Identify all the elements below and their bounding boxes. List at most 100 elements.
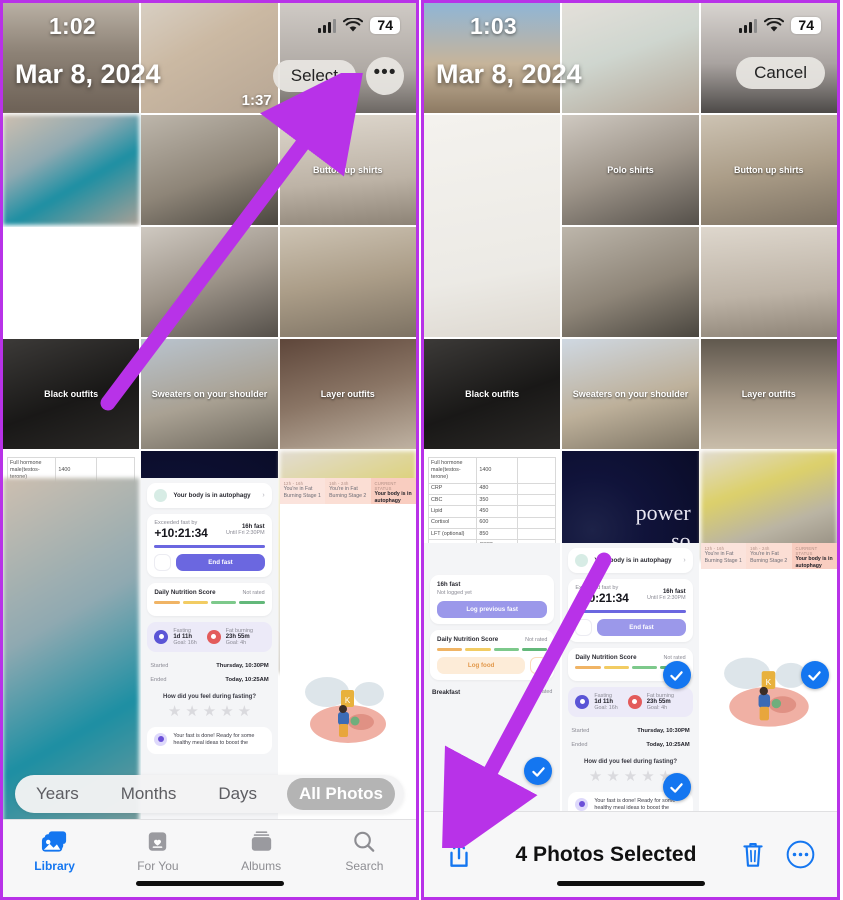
fat-burning-icon [206,629,221,644]
photo-caption: Black outfits [44,388,99,399]
video-duration: 1:37 [241,92,272,109]
select-button[interactable]: Select [272,60,356,92]
report-test: CRP [427,482,478,496]
share-button[interactable] [446,840,472,870]
stage-3: CURRENT STATUS Your body is in autophagy [791,543,837,569]
scan-food-icon[interactable] [530,656,548,674]
started-value: Thursday, 10:30PM [216,662,269,669]
stage-3-key: CURRENT STATUS [795,546,818,556]
photo-cell-fat-stages-r[interactable]: 12h - 16h You're in Fat Burning Stage 1 … [700,543,837,811]
star-icon[interactable]: ★ [238,704,251,719]
breakfast-row[interactable]: Breakfast Not rated [430,686,554,699]
autophagy-banner[interactable]: Your body is in autophagy › [147,483,272,508]
nutrition-card-r: Daily Nutrition Score Not rated Log food [430,630,555,680]
photo-cell-whiteboard[interactable] [3,227,140,337]
autophagy-icon [575,554,589,567]
photo-cell-sweaters-r[interactable]: Sweaters on your shoulder [562,339,699,449]
report-value: 450 [476,505,519,518]
fasting-icon [575,694,590,709]
log-food-button[interactable]: Log food [437,656,526,674]
star-icon[interactable]: ★ [606,769,619,784]
photo-library-icon [42,831,67,852]
rating-stars[interactable]: ★ ★ ★ ★ ★ [147,704,271,719]
tip-card[interactable]: Your fast is done! Ready for some health… [147,726,272,754]
more-options-button[interactable]: ••• [366,57,404,95]
tab-library[interactable]: Library [12,829,98,873]
timeline-segmented-control[interactable]: Years Months Days All Photos [15,775,404,813]
photo-cell-buttonup-a[interactable]: Button up shirts [279,115,416,225]
tab-for-you[interactable]: For You [115,829,201,873]
photo-cell-black-outfits-r[interactable]: Black outfits [424,339,561,449]
star-icon[interactable]: ★ [220,704,233,719]
left-phone-panel: 1:37 Button up shirts Black outfits Swea… [0,0,419,900]
photo-caption: Button up shirts [734,164,804,175]
photo-cell-buttonup-r2[interactable] [700,227,837,337]
photo-cell-polo-a[interactable] [141,115,278,225]
tab-search[interactable]: Search [321,829,407,873]
photo-cell-buttonup-r[interactable]: Button up shirts [700,115,837,225]
photo-cell-polo-r2[interactable] [562,227,699,337]
fast-stats-r: Fasting 1d 11h Goal: 16h Fat burning 23h… [568,686,693,717]
end-fast-button[interactable]: End fast [597,619,686,636]
stage-2-value: You're in Fat Burning Stage 2 [750,551,788,564]
photo-cell-sweaters[interactable]: Sweaters on your shoulder [141,339,278,449]
delete-button[interactable] [740,840,766,870]
selected-check-2[interactable] [662,661,691,689]
photo-cell-fasting-summary-r[interactable]: 16h fast Not logged yet Log previous fas… [424,543,561,811]
photo-caption: Sweaters on your shoulder [151,388,268,399]
star-icon[interactable]: ★ [624,769,637,784]
star-icon[interactable]: ★ [641,769,654,784]
log-previous-fast-button[interactable]: Log previous fast [437,601,548,618]
stage-1-value: You're in Fat Burning Stage 1 [704,551,742,564]
photo-caption: Button up shirts [313,164,383,175]
photo-cell-polo-b[interactable] [141,227,278,337]
photo-cell-street[interactable] [3,3,140,113]
photo-cell-layer-outfits[interactable]: Layer outfits [279,339,416,449]
trash-icon [743,842,763,867]
more-actions-button[interactable] [786,840,815,869]
fast-timer-card: Exceeded fast by +10:21:34 16h fast Unti… [147,514,272,577]
stat-fasting: Fasting 1d 11h Goal: 16h [154,628,197,646]
photo-cell-temple[interactable] [424,3,561,113]
plan-until: Until Fri 2:30PM [647,595,686,601]
selected-check-3[interactable] [662,773,691,801]
photo-caption: Sweaters on your shoulder [572,388,689,399]
photo-cell-whiteboard-r[interactable] [424,115,561,337]
photo-cell-hand-card[interactable]: 1:37 [141,3,278,113]
tip-icon [575,797,589,811]
stat-burning-value: 23h 55m [225,633,250,640]
segment-all-photos[interactable]: All Photos [286,778,396,810]
selected-check-4[interactable] [800,661,829,689]
nutrition-status: Not rated [663,654,686,661]
autophagy-banner-r[interactable]: Your body is in autophagy › [568,548,693,573]
segment-days[interactable]: Days [206,778,269,810]
cancel-button[interactable]: Cancel [736,57,825,89]
photo-cell-fasting-detail-r[interactable]: Your body is in autophagy › Exceeded fas… [562,543,699,811]
star-icon[interactable]: ★ [185,704,198,719]
photo-cell-polo-r[interactable]: Polo shirts [562,115,699,225]
photo-cell-product-box[interactable] [562,3,699,113]
photo-cell-buttonup-b[interactable] [279,227,416,337]
stat-fasting-goal: Goal: 16h [594,704,618,711]
photo-cell-blur-a[interactable] [3,115,140,225]
end-fast-button[interactable]: End fast [176,554,265,571]
star-icon[interactable]: ★ [589,769,602,784]
autophagy-label: Your body is in autophagy [173,492,251,499]
segment-years[interactable]: Years [24,778,91,810]
fasting-screenshots-row-right: 16h fast Not logged yet Log previous fas… [424,543,837,811]
fast-settings-icon[interactable] [154,554,172,571]
right-phone-panel: Polo shirts Button up shirts Black outfi… [421,0,840,900]
nutrition-bars [437,648,548,651]
photo-cell-layer-outfits-r[interactable]: Layer outfits [700,339,837,449]
fast-settings-icon[interactable] [575,619,593,636]
star-icon[interactable]: ★ [203,704,216,719]
segment-months[interactable]: Months [109,778,189,810]
stat-burning-label: Fat burning [225,627,253,634]
tab-albums[interactable]: Albums [218,829,304,873]
photo-cell-black-outfits[interactable]: Black outfits [3,339,140,449]
stage-1: 12h - 16h You're in Fat Burning Stage 1 [700,543,747,569]
star-icon[interactable]: ★ [168,704,181,719]
not-logged-title: 16h fast [437,581,461,588]
exceeded-value: +10:21:34 [575,591,629,605]
report-test: CBC [427,494,478,507]
